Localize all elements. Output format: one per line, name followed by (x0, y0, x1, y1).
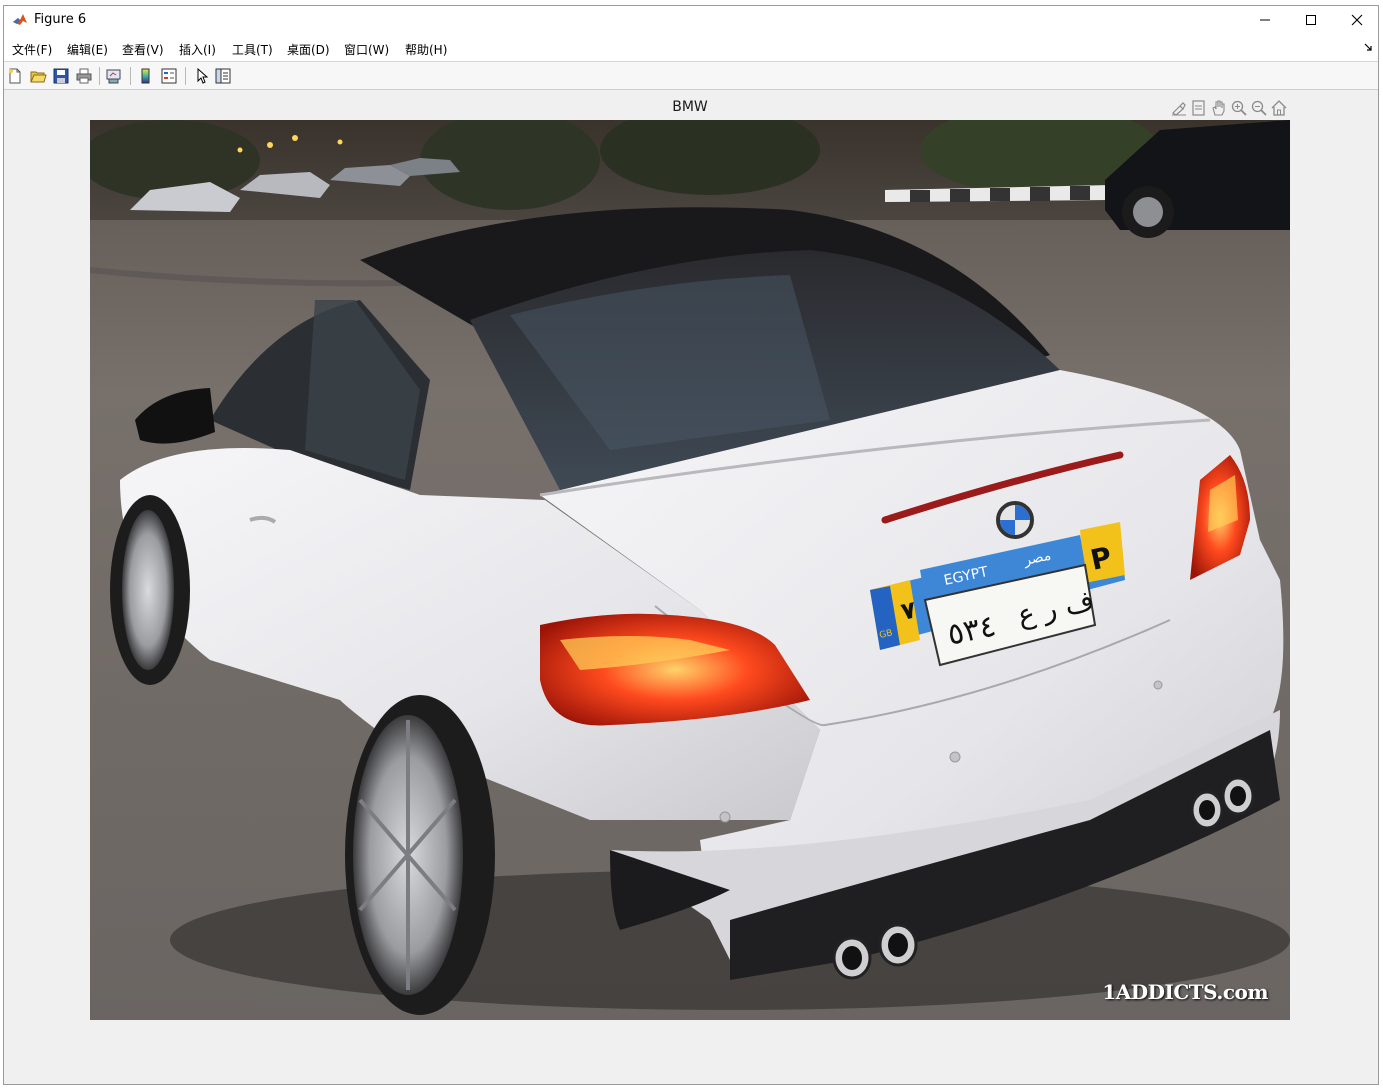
toolbar-separator (130, 67, 131, 85)
menu-desktop[interactable]: 桌面(D) (287, 41, 330, 58)
figure-toolbar (4, 62, 1378, 90)
print-icon[interactable] (75, 67, 93, 85)
insert-colorbar-icon[interactable] (137, 67, 155, 85)
menu-bar: 文件(F) 编辑(E) 查看(V) 插入(I) 工具(T) 桌面(D) 窗口(W… (4, 34, 1378, 62)
close-icon (1351, 14, 1363, 26)
menu-edit[interactable]: 编辑(E) (67, 41, 108, 58)
toolbar-separator (99, 67, 100, 85)
menu-tools[interactable]: 工具(T) (232, 41, 273, 58)
insert-legend-icon[interactable] (160, 67, 178, 85)
toolbar-separator (185, 67, 186, 85)
car-photo: EGYPT مصر ٥٣٤ ف ر ع P ٧ GB (90, 120, 1290, 1020)
new-figure-icon[interactable] (6, 67, 24, 85)
menu-help[interactable]: 帮助(H) (405, 41, 447, 58)
brush-icon[interactable] (1170, 99, 1188, 117)
menu-view[interactable]: 查看(V) (122, 41, 164, 58)
minimize-button[interactable] (1242, 6, 1288, 34)
maximize-button[interactable] (1288, 6, 1334, 34)
pan-icon[interactable] (1210, 99, 1228, 117)
zoom-in-icon[interactable] (1230, 99, 1248, 117)
home-icon[interactable] (1270, 99, 1288, 117)
data-tips-icon[interactable] (1190, 99, 1208, 117)
window-title: Figure 6 (34, 12, 87, 27)
matlab-icon (13, 14, 27, 25)
maximize-icon (1306, 15, 1316, 25)
menu-insert[interactable]: 插入(I) (179, 41, 216, 58)
title-bar[interactable]: Figure 6 (4, 6, 1378, 34)
property-inspector-icon[interactable] (214, 67, 232, 85)
close-button[interactable] (1334, 6, 1380, 34)
watermark-text: 1ADDICTS.com (1102, 980, 1268, 1004)
axes-title: BMW (672, 99, 708, 115)
edit-plot-icon[interactable] (192, 67, 210, 85)
image-axes[interactable]: EGYPT مصر ٥٣٤ ف ر ع P ٧ GB 1ADDICTS.com (90, 120, 1290, 1020)
link-plot-icon[interactable] (105, 67, 123, 85)
figure-window: Figure 6 文件(F) 编辑(E) 查看(V) 插入(I) 工具(T) 桌… (3, 5, 1379, 1085)
dock-arrow-icon[interactable] (1364, 43, 1372, 51)
minimize-icon (1260, 19, 1270, 21)
save-icon[interactable] (52, 67, 70, 85)
menu-window[interactable]: 窗口(W) (344, 41, 389, 58)
menu-file[interactable]: 文件(F) (12, 41, 52, 58)
open-file-icon[interactable] (29, 67, 47, 85)
zoom-out-icon[interactable] (1250, 99, 1268, 117)
